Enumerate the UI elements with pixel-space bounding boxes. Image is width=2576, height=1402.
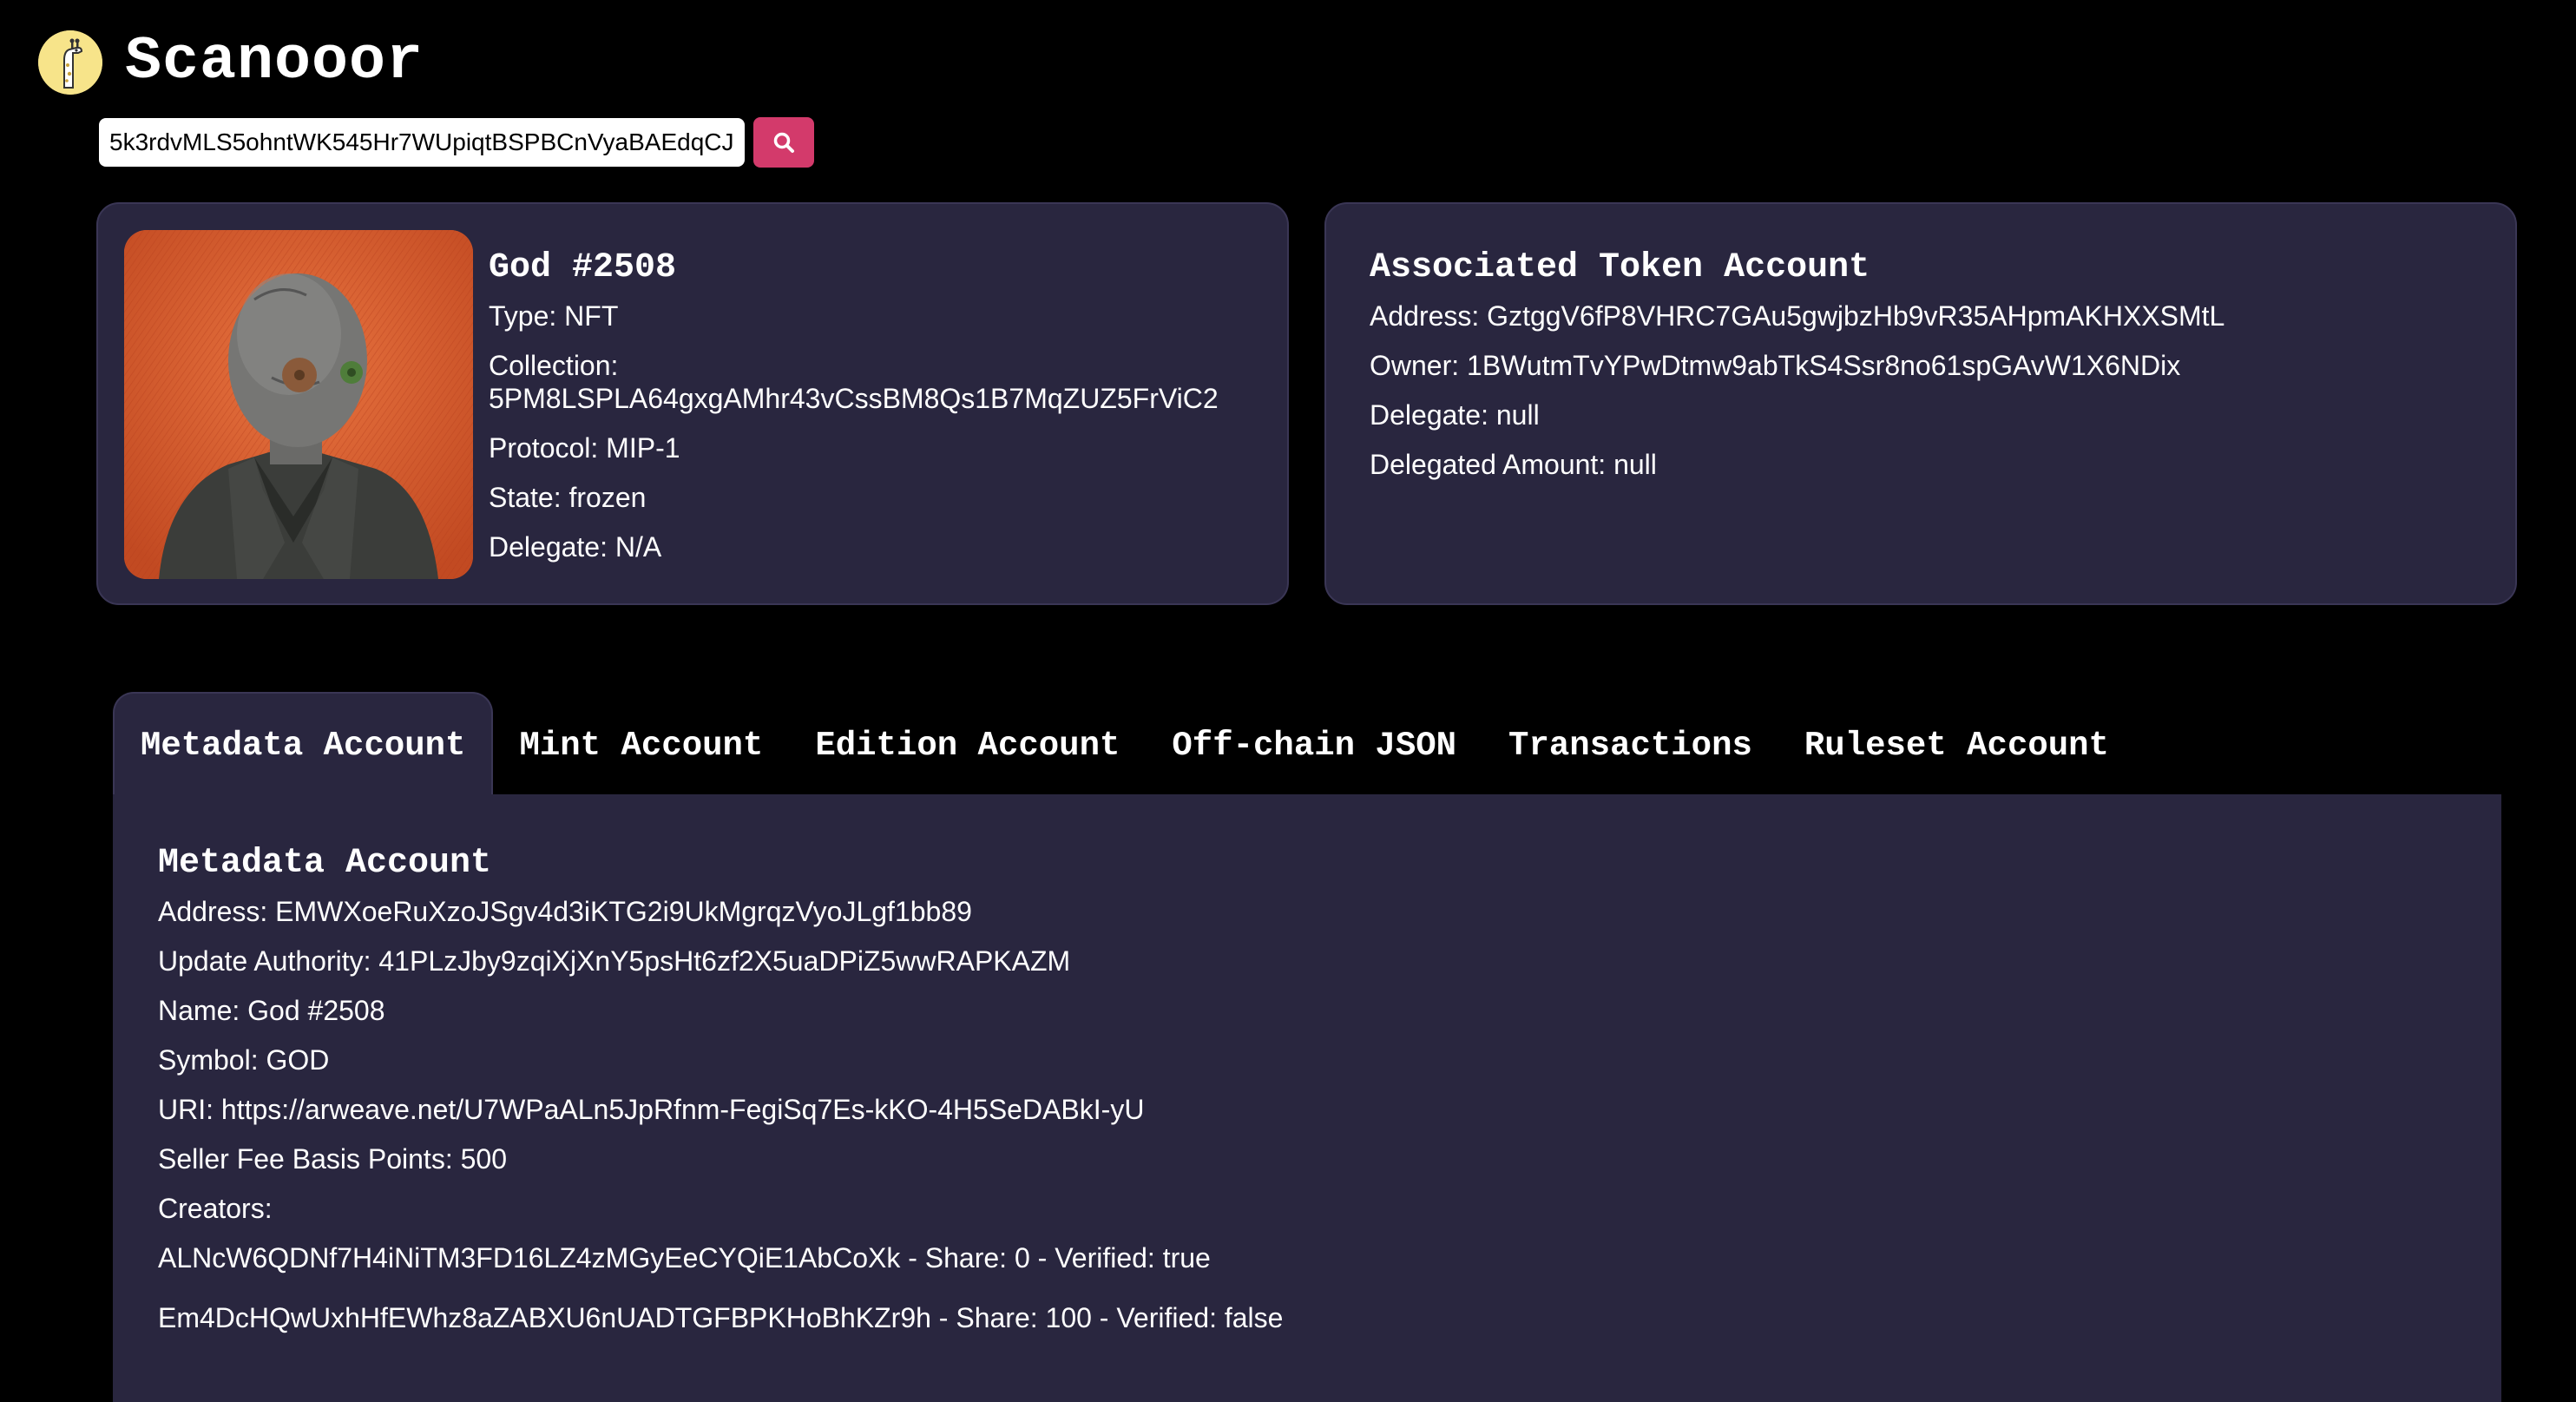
- metadata-address: Address: EMWXoeRuXzoJSgv4d3iKTG2i9UkMgrq…: [158, 896, 972, 927]
- ata-owner: Owner: 1BWutmTvYPwDtmw9abTkS4Ssr8no61spG…: [1370, 350, 2181, 381]
- ata-info: Associated Token Account Address: GztggV…: [1370, 247, 2489, 497]
- metadata-panel: Metadata Account Address: EMWXoeRuXzoJSg…: [113, 794, 2501, 1402]
- nft-title: God #2508: [489, 248, 677, 287]
- account-tabs: Metadata Account Mint Account Edition Ac…: [113, 692, 2135, 796]
- metadata-update-authority: Update Authority: 41PLzJby9zqiXjXnY5psHt…: [158, 945, 1071, 977]
- nft-image[interactable]: [124, 230, 473, 579]
- search-icon: [773, 132, 794, 153]
- metadata-creators-label: Creators:: [158, 1193, 273, 1224]
- nft-collection: Collection: 5PM8LSPLA64gxgAMhr43vCssBM8Q…: [489, 350, 1219, 414]
- brand-title: Scanooor: [125, 28, 424, 96]
- search-input[interactable]: [99, 118, 745, 167]
- app-header: Scanooor: [38, 30, 424, 95]
- nft-info: God #2508 Type: NFT Collection: 5PM8LSPL…: [489, 247, 1270, 580]
- metadata-uri: URI: https://arweave.net/U7WPaALn5JpRfnm…: [158, 1094, 1145, 1125]
- nft-delegate: Delegate: N/A: [489, 531, 662, 563]
- nft-type: Type: NFT: [489, 300, 619, 332]
- giraffe-logo-icon[interactable]: [38, 30, 102, 95]
- metadata-title: Metadata Account: [158, 844, 492, 883]
- nft-card: God #2508 Type: NFT Collection: 5PM8LSPL…: [96, 202, 1289, 605]
- associated-token-account-card: Associated Token Account Address: GztggV…: [1324, 202, 2517, 605]
- creator-row: Em4DcHQwUxhHfEWhz8aZABXU6nUADTGFBPKHoBhK…: [158, 1302, 1284, 1333]
- tab-edition-account[interactable]: Edition Account: [789, 725, 1146, 796]
- tab-transactions[interactable]: Transactions: [1482, 725, 1778, 796]
- nft-state: State: frozen: [489, 482, 647, 513]
- ata-title: Associated Token Account: [1370, 248, 1870, 287]
- search-button[interactable]: [753, 117, 814, 168]
- metadata-name: Name: God #2508: [158, 995, 385, 1026]
- tab-mint-account[interactable]: Mint Account: [493, 725, 789, 796]
- nft-protocol: Protocol: MIP-1: [489, 432, 680, 464]
- metadata-symbol: Symbol: GOD: [158, 1044, 330, 1076]
- ata-delegate: Delegate: null: [1370, 399, 1540, 431]
- tab-metadata-account[interactable]: Metadata Account: [113, 692, 494, 796]
- tab-ruleset-account[interactable]: Ruleset Account: [1778, 725, 2135, 796]
- metadata-content: Metadata Account Address: EMWXoeRuXzoJSg…: [158, 843, 2467, 1361]
- metadata-seller-fee: Seller Fee Basis Points: 500: [158, 1143, 507, 1175]
- tab-off-chain-json[interactable]: Off-chain JSON: [1146, 725, 1482, 796]
- creator-row: ALNcW6QDNf7H4iNiTM3FD16LZ4zMGyEeCYQiE1Ab…: [158, 1242, 1211, 1274]
- ata-delegated-amount: Delegated Amount: null: [1370, 449, 1657, 480]
- ata-address: Address: GztggV6fP8VHRC7GAu5gwjbzHb9vR35…: [1370, 300, 2225, 332]
- search-bar: [99, 117, 814, 168]
